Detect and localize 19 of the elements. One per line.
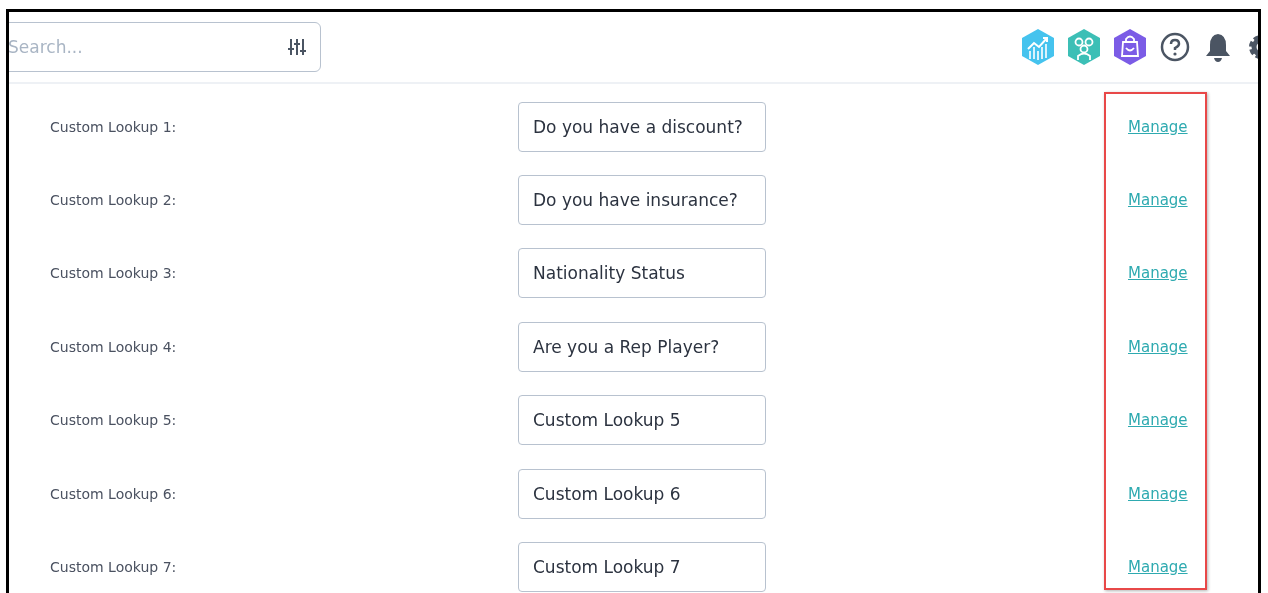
lookup-label: Custom Lookup 7: [49, 559, 178, 576]
filter-sliders-icon[interactable] [287, 37, 307, 57]
lookup-label: Custom Lookup 1: [49, 118, 178, 135]
lookup-name-field[interactable]: Custom Lookup 7 [518, 542, 766, 593]
lookup-label: Custom Lookup 4: [49, 338, 178, 355]
lookup-name-field[interactable]: Do you have insurance? [518, 175, 766, 226]
lookup-name-field[interactable]: Custom Lookup 5 [518, 395, 766, 446]
lookup-name-field[interactable]: Custom Lookup 6 [518, 468, 766, 519]
lookup-label: Custom Lookup 2: [49, 192, 178, 209]
lookup-label: Custom Lookup 3: [49, 265, 178, 282]
lookup-name-field[interactable]: Are you a Rep Player? [518, 321, 766, 372]
lookup-name-field[interactable]: Nationality Status [518, 248, 766, 299]
shopping-bag-hexagon-icon[interactable] [1114, 29, 1146, 65]
lookup-label: Custom Lookup 6: [49, 485, 178, 502]
search-field[interactable]: Search... [9, 22, 321, 72]
lookup-label: Custom Lookup 5: [49, 412, 178, 429]
help-icon[interactable] [1160, 32, 1190, 62]
lookup-name-field[interactable]: Do you have a discount? [518, 101, 766, 152]
notification-bell-icon[interactable] [1204, 32, 1232, 62]
